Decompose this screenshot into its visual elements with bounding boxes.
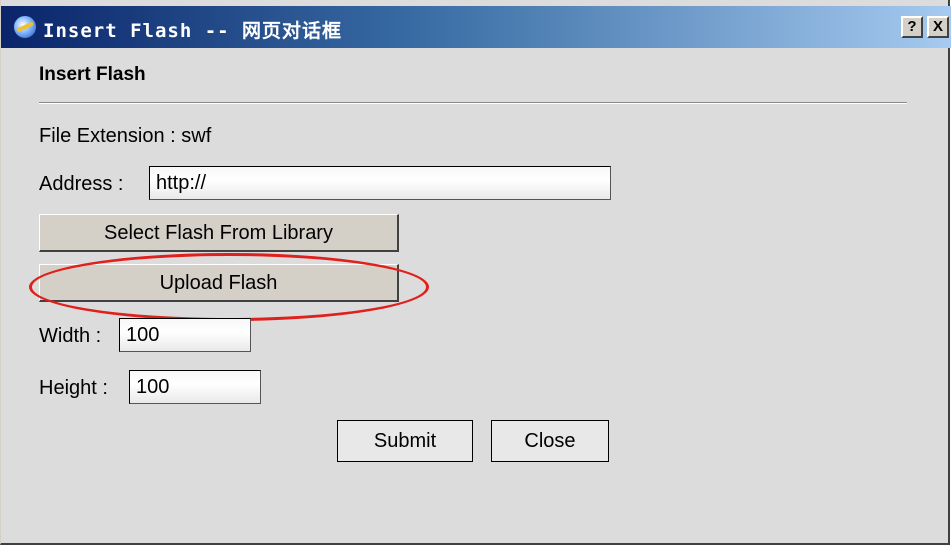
- divider: [39, 102, 907, 104]
- upload-flash-button[interactable]: Upload Flash: [39, 264, 399, 302]
- title-bar[interactable]: Insert Flash -- 网页对话框 ? X: [1, 6, 951, 48]
- width-input[interactable]: [119, 318, 251, 352]
- height-input[interactable]: [129, 370, 261, 404]
- help-button[interactable]: ?: [901, 16, 923, 38]
- browser-icon: [13, 15, 37, 39]
- select-flash-from-library-button[interactable]: Select Flash From Library: [39, 214, 399, 252]
- address-label: Address :: [39, 173, 124, 195]
- height-label: Height :: [39, 377, 108, 399]
- width-label: Width :: [39, 325, 102, 347]
- dialog-window: Insert Flash -- 网页对话框 ? X Insert Flash F…: [0, 0, 951, 545]
- dialog-heading: Insert Flash: [39, 64, 146, 85]
- close-button[interactable]: Close: [491, 420, 609, 462]
- window-title: Insert Flash -- 网页对话框: [43, 20, 343, 42]
- file-extension-text: File Extension : swf: [39, 125, 212, 147]
- address-input[interactable]: [149, 166, 611, 200]
- window-close-button[interactable]: X: [927, 16, 949, 38]
- submit-button[interactable]: Submit: [337, 420, 473, 462]
